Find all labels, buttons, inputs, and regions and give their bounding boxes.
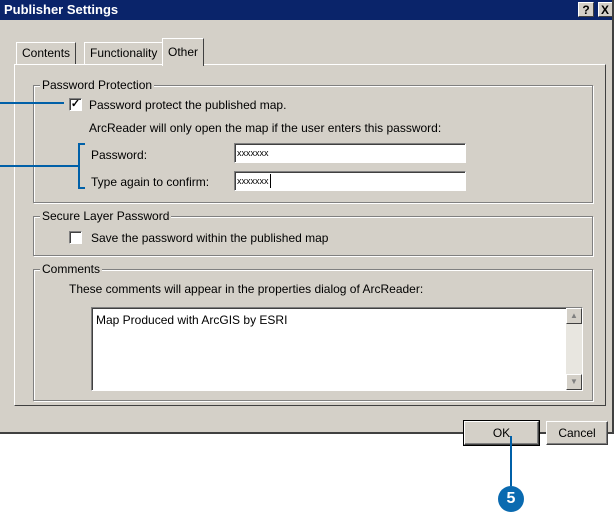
comments-scrollbar[interactable]: ▲ ▼	[566, 308, 582, 390]
window-title: Publisher Settings	[4, 2, 119, 17]
check-icon: ✓	[70, 98, 81, 110]
confirm-password-value: xxxxxxx	[237, 176, 269, 186]
password-info-text: ArcReader will only open the map if the …	[89, 121, 442, 135]
password-protection-title: Password Protection	[40, 78, 155, 92]
confirm-password-label: Type again to confirm:	[91, 175, 210, 189]
cancel-button[interactable]: Cancel	[546, 421, 608, 445]
password-protect-label: Password protect the published map.	[89, 98, 287, 112]
password-protect-checkbox[interactable]: ✓	[69, 98, 82, 111]
callout-bracket-password-fields	[78, 143, 85, 189]
scroll-down-button[interactable]: ▼	[566, 374, 582, 390]
confirm-password-field[interactable]: xxxxxxx	[234, 171, 466, 191]
callout-line-password	[0, 165, 78, 167]
help-button[interactable]: ?	[578, 2, 594, 17]
secure-layer-group: Secure Layer Password Save the password …	[33, 209, 593, 256]
scroll-up-icon: ▲	[570, 311, 578, 320]
scroll-up-button[interactable]: ▲	[566, 308, 582, 324]
save-password-checkbox[interactable]	[69, 231, 82, 244]
step-number-badge: 5	[498, 486, 524, 512]
comments-group: Comments These comments will appear in t…	[33, 262, 593, 401]
scroll-down-icon: ▼	[570, 377, 578, 386]
password-label: Password:	[91, 148, 148, 162]
tab-other[interactable]: Other	[162, 38, 205, 66]
other-tab-panel: Password Protection ✓ Password protect t…	[14, 64, 606, 406]
callout-line-checkbox	[0, 102, 64, 104]
ok-button[interactable]: OK	[463, 420, 540, 446]
text-cursor	[270, 174, 271, 188]
tab-functionality-label: Functionality	[90, 46, 158, 60]
publisher-settings-dialog: Publisher Settings ? X Contents Function…	[0, 0, 614, 446]
comments-title: Comments	[40, 262, 103, 276]
tab-functionality[interactable]: Functionality	[84, 42, 164, 64]
comments-info-text: These comments will appear in the proper…	[69, 282, 424, 296]
tab-contents[interactable]: Contents	[16, 42, 77, 64]
comments-text: Map Produced with ArcGIS by ESRI	[96, 313, 288, 327]
secure-layer-title: Secure Layer Password	[40, 209, 172, 223]
comments-textarea[interactable]: Map Produced with ArcGIS by ESRI ▲ ▼	[91, 307, 583, 391]
title-bar: Publisher Settings ? X	[0, 0, 612, 20]
close-button[interactable]: X	[598, 2, 612, 17]
password-field[interactable]: xxxxxxx	[234, 143, 466, 163]
tab-other-label: Other	[168, 45, 199, 59]
close-icon: X	[601, 3, 610, 17]
tab-contents-label: Contents	[22, 46, 71, 60]
password-protection-group: Password Protection ✓ Password protect t…	[33, 78, 593, 203]
help-icon: ?	[582, 3, 590, 17]
callout-line-ok	[510, 436, 512, 486]
save-password-label: Save the password within the published m…	[91, 231, 329, 245]
